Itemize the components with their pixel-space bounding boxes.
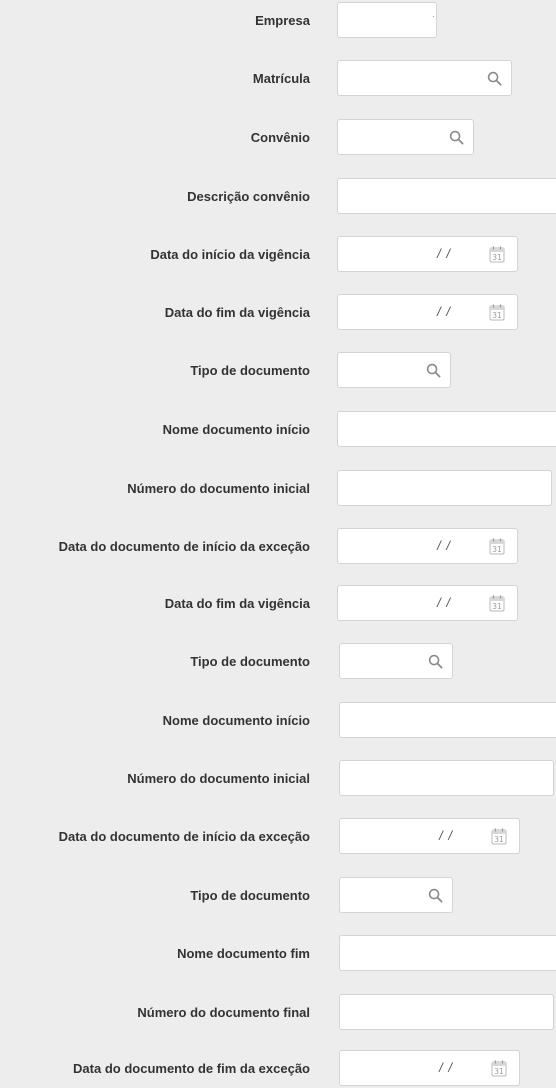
matricula-input[interactable] xyxy=(337,60,512,96)
label-nome-documento-inicio: Nome documento início xyxy=(162,422,310,437)
row-numero-documento-inicial-2: Número do documento inicial xyxy=(0,760,556,798)
date-placeholder: / / xyxy=(437,304,451,319)
numero-documento-final-input[interactable] xyxy=(339,994,554,1030)
row-data-documento-inicio-excecao-2: Data do documento de início da exceção /… xyxy=(0,818,556,856)
row-nome-documento-inicio-1: Nome documento início xyxy=(0,411,556,449)
row-descricao-convenio: Descrição convênio xyxy=(0,178,556,216)
row-tipo-documento-1: Tipo de documento xyxy=(0,352,556,390)
data-fim-vigencia-input[interactable]: / / 31 xyxy=(337,294,518,330)
search-icon[interactable] xyxy=(487,71,502,86)
svg-text:31: 31 xyxy=(492,602,502,611)
label-data-fim-vigencia: Data do fim da vigência xyxy=(164,596,310,611)
row-numero-documento-final: Número do documento final xyxy=(0,994,556,1032)
numero-documento-inicial-input[interactable] xyxy=(337,470,552,506)
label-numero-documento-inicial: Número do documento inicial xyxy=(127,481,310,496)
label-empresa: Empresa xyxy=(255,13,310,28)
search-icon[interactable] xyxy=(428,888,443,903)
row-data-fim-vigencia: Data do fim da vigência / / 31 xyxy=(0,294,556,332)
label-tipo-documento: Tipo de documento xyxy=(190,654,310,669)
svg-text:31: 31 xyxy=(492,545,502,554)
row-matricula: Matrícula xyxy=(0,60,556,98)
calendar-icon[interactable]: 31 xyxy=(489,538,505,555)
nome-documento-fim-input[interactable] xyxy=(339,935,556,971)
calendar-icon[interactable]: 31 xyxy=(491,828,507,845)
row-tipo-documento-2: Tipo de documento xyxy=(0,643,556,681)
data-fim-vigencia-input[interactable]: / / 31 xyxy=(337,585,518,621)
row-empresa: Empresa · xyxy=(0,2,556,40)
nome-documento-inicio-input[interactable] xyxy=(337,411,556,447)
data-documento-inicio-excecao-input[interactable]: / / 31 xyxy=(337,528,518,564)
label-data-documento-inicio-excecao: Data do documento de início da exceção xyxy=(58,829,310,844)
convenio-input[interactable] xyxy=(337,119,474,155)
row-nome-documento-inicio-2: Nome documento início xyxy=(0,702,556,740)
label-nome-documento-inicio: Nome documento início xyxy=(162,713,310,728)
descricao-convenio-input[interactable] xyxy=(337,178,556,214)
row-numero-documento-inicial-1: Número do documento inicial xyxy=(0,470,556,508)
calendar-icon[interactable]: 31 xyxy=(489,595,505,612)
empresa-input[interactable]: · xyxy=(337,2,437,38)
calendar-icon[interactable]: 31 xyxy=(489,304,505,321)
data-documento-inicio-excecao-input[interactable]: / / 31 xyxy=(339,818,520,854)
svg-text:31: 31 xyxy=(492,311,502,320)
search-icon[interactable] xyxy=(449,130,464,145)
label-data-documento-fim-excecao: Data do documento de fim da exceção xyxy=(73,1061,310,1076)
svg-text:31: 31 xyxy=(492,253,502,262)
row-convenio: Convênio xyxy=(0,119,556,157)
label-data-fim-vigencia: Data do fim da vigência xyxy=(164,305,310,320)
row-data-inicio-vigencia: Data do início da vigência / / 31 xyxy=(0,236,556,274)
row-data-documento-inicio-excecao-1: Data do documento de início da exceção /… xyxy=(0,528,556,566)
calendar-icon[interactable]: 31 xyxy=(489,246,505,263)
date-placeholder: / / xyxy=(439,828,453,843)
label-tipo-documento: Tipo de documento xyxy=(190,363,310,378)
row-data-documento-fim-excecao: Data do documento de fim da exceção / / … xyxy=(0,1050,556,1088)
search-icon[interactable] xyxy=(428,654,443,669)
label-matricula: Matrícula xyxy=(252,71,310,86)
search-icon[interactable] xyxy=(426,363,441,378)
row-data-fim-vigencia-2: Data do fim da vigência / / 31 xyxy=(0,585,556,623)
tipo-documento-input[interactable] xyxy=(339,643,453,679)
label-numero-documento-final: Número do documento final xyxy=(137,1005,310,1020)
label-convenio: Convênio xyxy=(250,130,310,145)
row-nome-documento-fim: Nome documento fim xyxy=(0,935,556,973)
field-mark: · xyxy=(432,12,435,21)
date-placeholder: / / xyxy=(437,538,451,553)
calendar-icon[interactable]: 31 xyxy=(491,1060,507,1077)
row-tipo-documento-3: Tipo de documento xyxy=(0,877,556,915)
data-documento-fim-excecao-input[interactable]: / / 31 xyxy=(339,1050,520,1086)
nome-documento-inicio-input[interactable] xyxy=(339,702,556,738)
label-tipo-documento: Tipo de documento xyxy=(190,888,310,903)
date-placeholder: / / xyxy=(437,246,451,261)
label-data-inicio-vigencia: Data do início da vigência xyxy=(150,247,310,262)
tipo-documento-input[interactable] xyxy=(337,352,451,388)
date-placeholder: / / xyxy=(437,595,451,610)
label-numero-documento-inicial: Número do documento inicial xyxy=(127,771,310,786)
tipo-documento-input[interactable] xyxy=(339,877,453,913)
svg-text:31: 31 xyxy=(494,1067,504,1076)
label-data-documento-inicio-excecao: Data do documento de início da exceção xyxy=(58,539,310,554)
label-nome-documento-fim: Nome documento fim xyxy=(177,946,310,961)
date-placeholder: / / xyxy=(439,1060,453,1075)
numero-documento-inicial-input[interactable] xyxy=(339,760,554,796)
svg-text:31: 31 xyxy=(494,835,504,844)
label-descricao-convenio: Descrição convênio xyxy=(187,189,310,204)
data-inicio-vigencia-input[interactable]: / / 31 xyxy=(337,236,518,272)
